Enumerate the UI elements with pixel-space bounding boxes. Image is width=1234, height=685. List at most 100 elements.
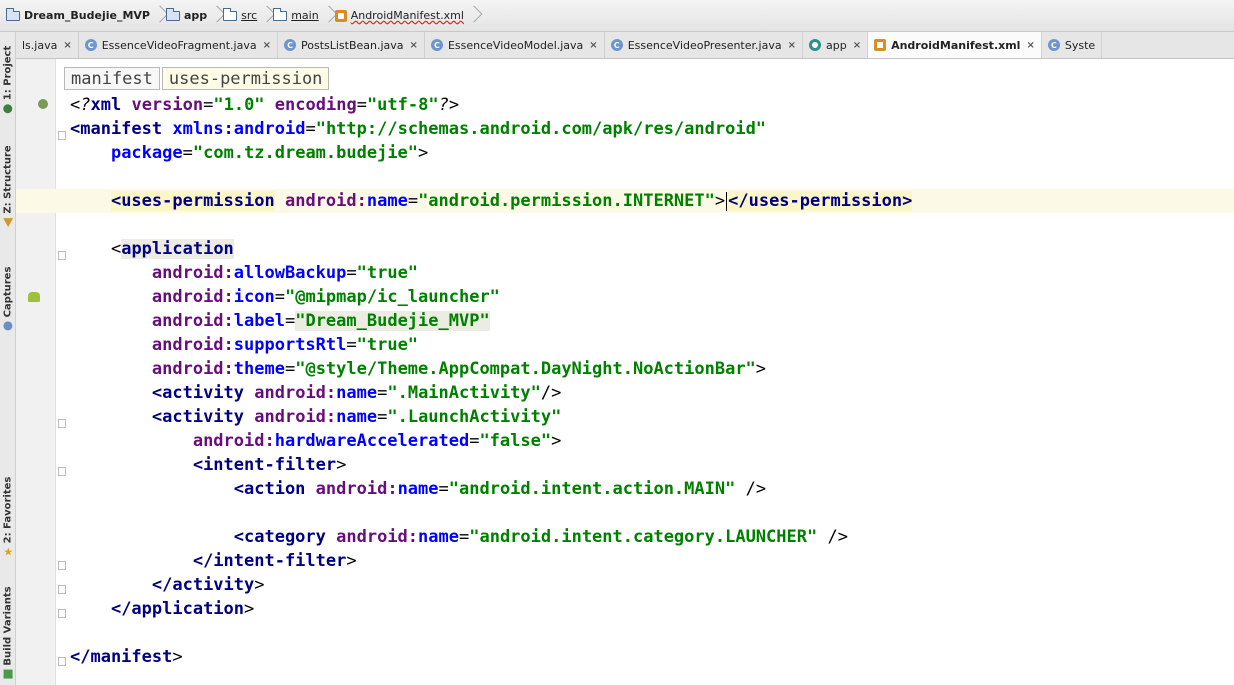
breadcrumb-src-label: src xyxy=(241,9,258,22)
fold-marker-icon[interactable] xyxy=(58,467,66,476)
structure-tool-label: Z: Structure xyxy=(2,144,14,214)
module-icon xyxy=(808,39,821,51)
fold-marker-icon[interactable] xyxy=(58,251,66,260)
tab-android-manifest[interactable]: AndroidManifest.xml × xyxy=(868,32,1042,58)
breadcrumb-separator xyxy=(261,5,271,27)
tab-label: app xyxy=(825,38,847,52)
xml-path-breadcrumb: manifest uses-permission xyxy=(64,67,330,90)
breadcrumb-separator xyxy=(211,5,221,27)
close-icon[interactable]: × xyxy=(589,40,597,51)
star-icon: ★ xyxy=(3,544,14,558)
navigation-breadcrumb: Dream_Budejie_MVP app src main AndroidMa… xyxy=(0,0,1234,32)
breadcrumb-project-label: Dream_Budejie_MVP xyxy=(24,9,150,22)
breadcrumb-file-label: AndroidManifest.xml xyxy=(350,9,464,22)
xml-path-manifest[interactable]: manifest xyxy=(64,67,160,90)
text-cursor xyxy=(726,191,728,211)
code-line: <uses-permission android:name="android.p… xyxy=(110,191,913,211)
breadcrumb-main-label: main xyxy=(291,9,319,22)
tab-label: EssenceVideoModel.java xyxy=(447,38,584,52)
editor-gutter xyxy=(16,59,56,685)
tab-posts-list-bean[interactable]: C PostsListBean.java × xyxy=(278,32,425,58)
folder-icon xyxy=(223,7,238,21)
tab-label: EssenceVideoPresenter.java xyxy=(627,38,782,52)
usage-marker-icon[interactable] xyxy=(38,99,48,109)
code-line: android:label="Dream_Budejie_MVP" xyxy=(151,311,490,331)
breadcrumb-separator xyxy=(323,5,333,27)
fold-marker-icon[interactable] xyxy=(58,561,66,570)
code-line: <activity android:name=".LaunchActivity" xyxy=(151,407,562,427)
project-tool-button[interactable]: 1: Project xyxy=(0,36,16,122)
java-class-icon: C xyxy=(610,39,623,51)
tab-label: PostsListBean.java xyxy=(301,38,404,52)
code-line: android:icon="@mipmap/ic_launcher" xyxy=(151,287,500,307)
build-variants-tool-label: Build Variants xyxy=(2,585,14,666)
project-tool-label: 1: Project xyxy=(2,45,14,100)
android-icon[interactable] xyxy=(28,292,40,302)
close-icon[interactable]: × xyxy=(853,40,861,51)
code-line: android:supportsRtl="true" xyxy=(151,335,419,355)
breadcrumb-separator xyxy=(154,5,164,27)
tab-app[interactable]: app × xyxy=(803,32,869,58)
tab-label: AndroidManifest.xml xyxy=(891,38,1021,52)
code-line: </activity> xyxy=(151,575,265,595)
favorites-tool-label: 2: Favorites xyxy=(2,476,14,543)
tab-essence-video-model[interactable]: C EssenceVideoModel.java × xyxy=(425,32,605,58)
code-line: <?xml version="1.0" encoding="utf-8"?> xyxy=(70,95,460,115)
fold-marker-icon[interactable] xyxy=(58,609,66,618)
tab-essence-video-presenter[interactable]: C EssenceVideoPresenter.java × xyxy=(605,32,803,58)
fold-marker-icon[interactable] xyxy=(58,657,66,666)
breadcrumb-src[interactable]: src xyxy=(221,5,261,27)
captures-icon xyxy=(3,320,13,330)
build-variants-tool-button[interactable]: Build Variants xyxy=(0,582,16,682)
xml-path-uses-permission[interactable]: uses-permission xyxy=(161,67,330,90)
structure-tool-button[interactable]: Z: Structure xyxy=(0,136,16,236)
java-class-icon: C xyxy=(84,39,97,51)
close-icon[interactable]: × xyxy=(410,40,418,51)
code-line: android:hardwareAccelerated="false"> xyxy=(192,431,562,451)
captures-tool-button[interactable]: Captures xyxy=(0,256,16,340)
code-line: <category android:name="android.intent.c… xyxy=(233,527,848,547)
code-line: </intent-filter> xyxy=(192,551,357,571)
code-line: android:allowBackup="true" xyxy=(151,263,419,283)
fold-marker-icon[interactable] xyxy=(58,419,66,428)
code-line: <activity android:name=".MainActivity"/> xyxy=(151,383,562,403)
tab-label: EssenceVideoFragment.java xyxy=(101,38,257,52)
java-class-icon: C xyxy=(430,39,443,51)
fold-marker-icon[interactable] xyxy=(58,585,66,594)
fold-marker-icon[interactable] xyxy=(58,131,66,140)
breadcrumb-project[interactable]: Dream_Budejie_MVP xyxy=(4,5,154,27)
code-line: <action android:name="android.intent.act… xyxy=(233,479,767,499)
code-line: <manifest xmlns:android="http://schemas.… xyxy=(70,119,767,139)
xml-file-icon xyxy=(874,39,887,51)
close-icon[interactable]: × xyxy=(263,40,271,51)
code-line: </application> xyxy=(110,599,255,619)
favorites-tool-button[interactable]: ★ 2: Favorites xyxy=(0,466,16,566)
tab-essence-video-fragment[interactable]: C EssenceVideoFragment.java × xyxy=(79,32,278,58)
close-icon[interactable]: × xyxy=(63,40,71,51)
java-class-icon: C xyxy=(1047,39,1060,51)
close-icon[interactable]: × xyxy=(1026,40,1034,51)
breadcrumb-module[interactable]: app xyxy=(164,5,211,27)
structure-icon xyxy=(3,217,13,227)
folder-icon xyxy=(273,7,288,21)
code-line: <application xyxy=(110,239,234,259)
close-icon[interactable]: × xyxy=(788,40,796,51)
project-folder-icon xyxy=(6,7,20,21)
xml-file-icon xyxy=(334,9,347,22)
breadcrumb-file[interactable]: AndroidManifest.xml xyxy=(333,5,468,27)
code-line: </manifest> xyxy=(70,647,183,667)
tab-system[interactable]: C Syste xyxy=(1042,32,1103,58)
tab-ls-java[interactable]: ls.java × xyxy=(16,32,79,58)
breadcrumb-separator xyxy=(468,5,478,27)
module-folder-icon xyxy=(165,7,180,21)
breadcrumb-main[interactable]: main xyxy=(271,5,322,27)
tab-label: ls.java xyxy=(22,38,58,52)
build-variants-icon xyxy=(3,669,13,679)
captures-tool-label: Captures xyxy=(2,266,14,317)
code-lines: <?xml version="1.0" encoding="utf-8"?> <… xyxy=(70,93,913,669)
code-editor[interactable]: manifest uses-permission <?xml version="… xyxy=(16,59,1234,685)
project-icon xyxy=(3,103,13,113)
